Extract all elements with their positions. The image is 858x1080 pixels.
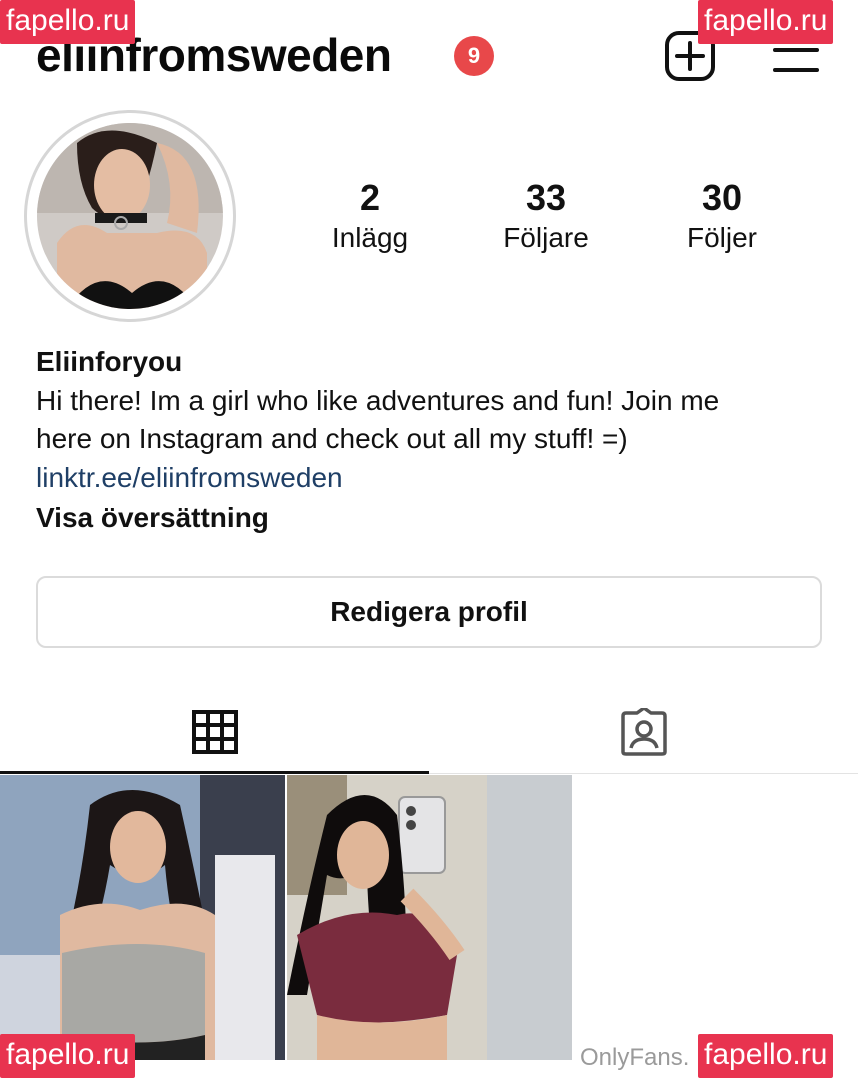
posts-label: Inlägg xyxy=(331,222,409,253)
stat-following[interactable]: 30 Följer xyxy=(642,176,802,256)
post-thumbnail[interactable] xyxy=(287,775,572,1060)
profile-avatar xyxy=(37,123,223,309)
tagged-person-icon xyxy=(620,708,667,756)
hamburger-menu-icon[interactable] xyxy=(772,40,820,76)
notification-badge[interactable]: 9 xyxy=(454,36,494,76)
post-thumbnail[interactable] xyxy=(0,775,285,1060)
stat-posts[interactable]: 2 Inlägg xyxy=(290,176,450,256)
watermark-top-left: fapello.ru xyxy=(0,0,136,44)
posts-grid xyxy=(0,775,858,1060)
profile-bio: Eliinforyou Hi there! Im a girl who like… xyxy=(36,342,836,538)
bio-link[interactable]: linktr.ee/eliinfromsweden xyxy=(36,458,836,498)
profile-tabs xyxy=(0,690,858,774)
edit-profile-button[interactable]: Redigera profil xyxy=(36,576,822,648)
watermark-bottom-left: fapello.ru xyxy=(0,1034,136,1078)
stat-followers[interactable]: 33 Följare xyxy=(466,176,626,256)
profile-avatar-ring[interactable] xyxy=(24,110,236,322)
tab-posts-grid[interactable] xyxy=(0,690,429,774)
following-count: 30 xyxy=(701,177,743,218)
followers-label: Följare xyxy=(503,222,589,253)
translate-button[interactable]: Visa översättning xyxy=(36,498,836,538)
watermark-bottom-right: fapello.ru xyxy=(698,1034,834,1078)
profile-display-name: Eliinforyou xyxy=(36,346,183,377)
bio-text-line-2: here on Instagram and check out all my s… xyxy=(36,423,628,454)
tab-tagged[interactable] xyxy=(429,690,858,774)
posts-count: 2 xyxy=(359,177,381,218)
bio-text-line-1: Hi there! Im a girl who like adventures … xyxy=(36,385,720,416)
footer-source-text: OnlyFans. xyxy=(580,1044,690,1071)
watermark-top-right: fapello.ru xyxy=(698,0,834,44)
followers-count: 33 xyxy=(525,177,567,218)
grid-icon xyxy=(191,710,238,754)
following-label: Följer xyxy=(686,222,757,253)
